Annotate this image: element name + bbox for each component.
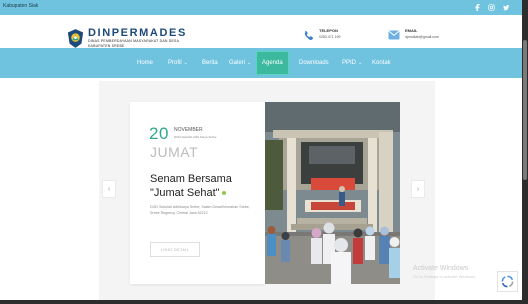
nav-galeri[interactable]: Galeri ⌄ xyxy=(229,48,251,78)
chevron-down-icon: ⌄ xyxy=(247,60,252,66)
site-header: DINPERMADES DINAS PEMBERDAYAAN MASYARAKA… xyxy=(0,15,522,48)
event-month: NOVEMBER xyxy=(174,127,203,133)
nav-ppid[interactable]: PPID ⌄ xyxy=(342,48,362,78)
email-label: EMAIL xyxy=(405,28,418,33)
chevron-down-icon: ⌄ xyxy=(183,60,188,66)
slider-prev-button[interactable]: ‹ xyxy=(102,180,116,198)
nav-label: Profil xyxy=(168,60,182,66)
nav-kontak[interactable]: Kontak xyxy=(372,48,391,78)
recaptcha-widget-icon[interactable] xyxy=(497,271,518,292)
phone-value[interactable]: 0283 471 199 xyxy=(319,35,340,39)
phone-icon xyxy=(301,28,315,42)
instagram-icon[interactable] xyxy=(486,2,497,13)
main-nav: Home Profil ⌄ Berita Galeri ⌄ Agenda Dow… xyxy=(0,48,522,78)
contact-email: EMAIL dpmdkab@gmail.com xyxy=(387,28,439,42)
event-title[interactable]: Senam Bersama "Jumat Sehat" xyxy=(150,172,260,200)
phone-label: TELEPON xyxy=(319,28,338,33)
screen-bottom-edge xyxy=(0,300,528,304)
screen: Kabupaten Siak DINPERMADES DINAS PEMBERD… xyxy=(0,0,528,304)
email-value[interactable]: dpmdkab@gmail.com xyxy=(405,35,439,39)
event-author: DOD Sekolah Adhi Karya Srebe xyxy=(174,135,217,139)
mail-icon xyxy=(387,28,401,42)
twitter-icon[interactable] xyxy=(501,2,512,13)
watermark-title: Activate Windows xyxy=(413,265,469,272)
nav-label: Home xyxy=(137,60,154,66)
brand-block: DINPERMADES DINAS PEMBERDAYAAN MASYARAKA… xyxy=(88,27,187,48)
event-detail-button[interactable]: LIHAT DETAIL xyxy=(150,242,200,257)
slider-next-button[interactable]: › xyxy=(411,180,425,198)
nav-agenda[interactable]: Agenda xyxy=(256,51,289,75)
nav-profil[interactable]: Profil ⌄ xyxy=(168,48,188,78)
facebook-icon[interactable] xyxy=(472,2,483,13)
event-day: 20 xyxy=(149,124,169,143)
top-site-text: Kabupaten Siak xyxy=(3,3,39,9)
watermark-subtitle: Go to Settings to activate Windows. xyxy=(413,274,477,279)
dinpermades-logo-icon[interactable] xyxy=(67,28,84,49)
nav-home[interactable]: Home xyxy=(137,48,153,78)
windows-activation-watermark: Activate Windows Go to Settings to activ… xyxy=(413,265,476,279)
chevron-down-icon: ⌄ xyxy=(358,60,363,66)
nav-label: Agenda xyxy=(262,60,283,66)
event-weekday: JUMAT xyxy=(150,144,199,160)
event-card: 20 NOVEMBER DOD Sekolah Adhi Karya Srebe… xyxy=(130,102,265,284)
nav-label: Downloads xyxy=(299,60,329,66)
nav-label: PPID xyxy=(342,60,357,66)
nav-label: Galeri xyxy=(229,60,246,66)
status-dot-icon xyxy=(221,191,226,196)
top-strip: Kabupaten Siak xyxy=(0,0,522,15)
chevron-right-icon: › xyxy=(416,185,420,193)
event-title-text: Senam Bersama "Jumat Sehat" xyxy=(150,173,232,199)
event-photo[interactable] xyxy=(265,102,400,284)
brand-name: DINPERMADES xyxy=(88,27,187,39)
event-photo-image xyxy=(265,102,400,284)
nav-downloads[interactable]: Downloads xyxy=(299,48,329,78)
nav-berita[interactable]: Berita xyxy=(202,48,218,78)
brand-subtitle: DINAS PEMBERDAYAAN MASYARAKAT DAN DESA xyxy=(88,39,180,43)
chevron-left-icon: ‹ xyxy=(107,185,111,193)
nav-label: Berita xyxy=(202,60,218,66)
browser-scrollbar[interactable] xyxy=(522,0,528,304)
contact-phone: TELEPON 0283 471 199 xyxy=(301,28,340,42)
event-excerpt: DOD Sekolah Adhikarya Srebe, Saiam Desa/… xyxy=(150,205,250,215)
scrollbar-thumb[interactable] xyxy=(523,40,527,180)
nav-label: Kontak xyxy=(372,60,391,66)
